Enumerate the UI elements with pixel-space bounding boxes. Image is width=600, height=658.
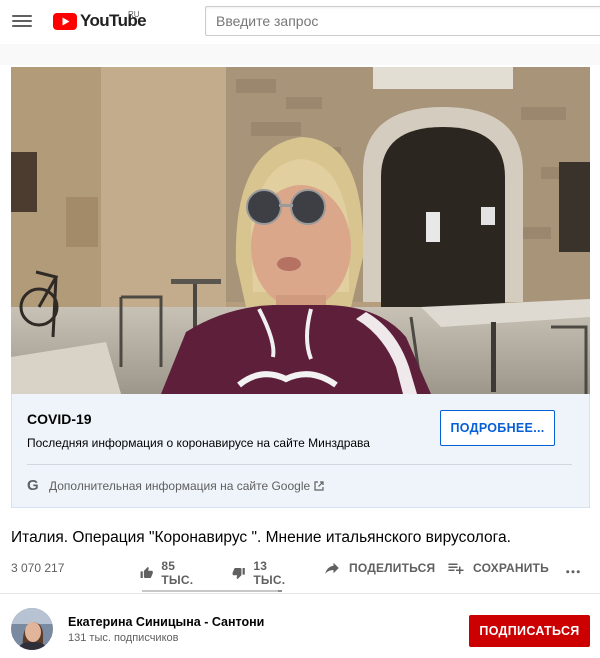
- sentiment-bar-likes: [142, 590, 278, 592]
- more-horizontal-icon: [566, 570, 580, 574]
- thumbs-down-icon: [232, 567, 245, 580]
- view-count: 3 070 217: [11, 561, 65, 575]
- header-spacer: [0, 44, 600, 65]
- covid-info-panel: COVID-19 Последняя информация о коронави…: [11, 394, 590, 508]
- search-box[interactable]: [205, 6, 600, 36]
- search-input[interactable]: [206, 7, 600, 35]
- google-info-link[interactable]: G Дополнительная информация на сайте Goo…: [27, 477, 324, 494]
- info-panel-divider: [27, 464, 572, 465]
- save-button[interactable]: СОХРАНИТЬ: [447, 559, 549, 577]
- like-count: 85 ТЫС.: [161, 559, 194, 587]
- dislike-button[interactable]: 13 ТЫС.: [232, 559, 290, 587]
- dislike-count: 13 ТЫС.: [253, 559, 286, 587]
- subscribe-button[interactable]: ПОДПИСАТЬСЯ: [469, 615, 590, 647]
- youtube-play-icon: [53, 12, 77, 30]
- video-player[interactable]: [11, 67, 590, 394]
- top-bar: YouTube RU: [0, 0, 600, 44]
- external-link-icon: [314, 480, 324, 491]
- channel-avatar[interactable]: [11, 608, 53, 650]
- save-label: СОХРАНИТЬ: [473, 561, 549, 575]
- channel-name[interactable]: Екатерина Синицына - Сантони: [68, 615, 264, 629]
- meta-divider: [0, 593, 600, 594]
- playlist-add-icon: [448, 563, 464, 574]
- video-frame: [11, 67, 590, 394]
- google-info-link-label: Дополнительная информация на сайте Googl…: [49, 478, 311, 493]
- share-button[interactable]: ПОДЕЛИТЬСЯ: [323, 559, 435, 577]
- thumbs-up-icon: [140, 566, 153, 579]
- learn-more-button[interactable]: ПОДРОБНЕЕ...: [440, 410, 555, 446]
- region-label: RU: [128, 10, 140, 19]
- more-actions-button[interactable]: [564, 559, 590, 583]
- info-panel-title: COVID-19: [27, 411, 92, 427]
- subscriber-count: 131 тыс. подписчиков: [68, 632, 179, 644]
- share-label: ПОДЕЛИТЬСЯ: [349, 561, 436, 575]
- video-title: Италия. Операция "Коронавирус ". Мнение …: [11, 529, 511, 546]
- share-arrow-icon: [325, 562, 339, 574]
- menu-icon[interactable]: [12, 12, 32, 30]
- sentiment-bar: [142, 590, 282, 592]
- like-button[interactable]: 85 ТЫС.: [140, 559, 198, 587]
- info-panel-description: Последняя информация о коронавирусе на с…: [27, 436, 370, 450]
- avatar-image: [11, 608, 53, 650]
- google-icon: G: [27, 477, 39, 494]
